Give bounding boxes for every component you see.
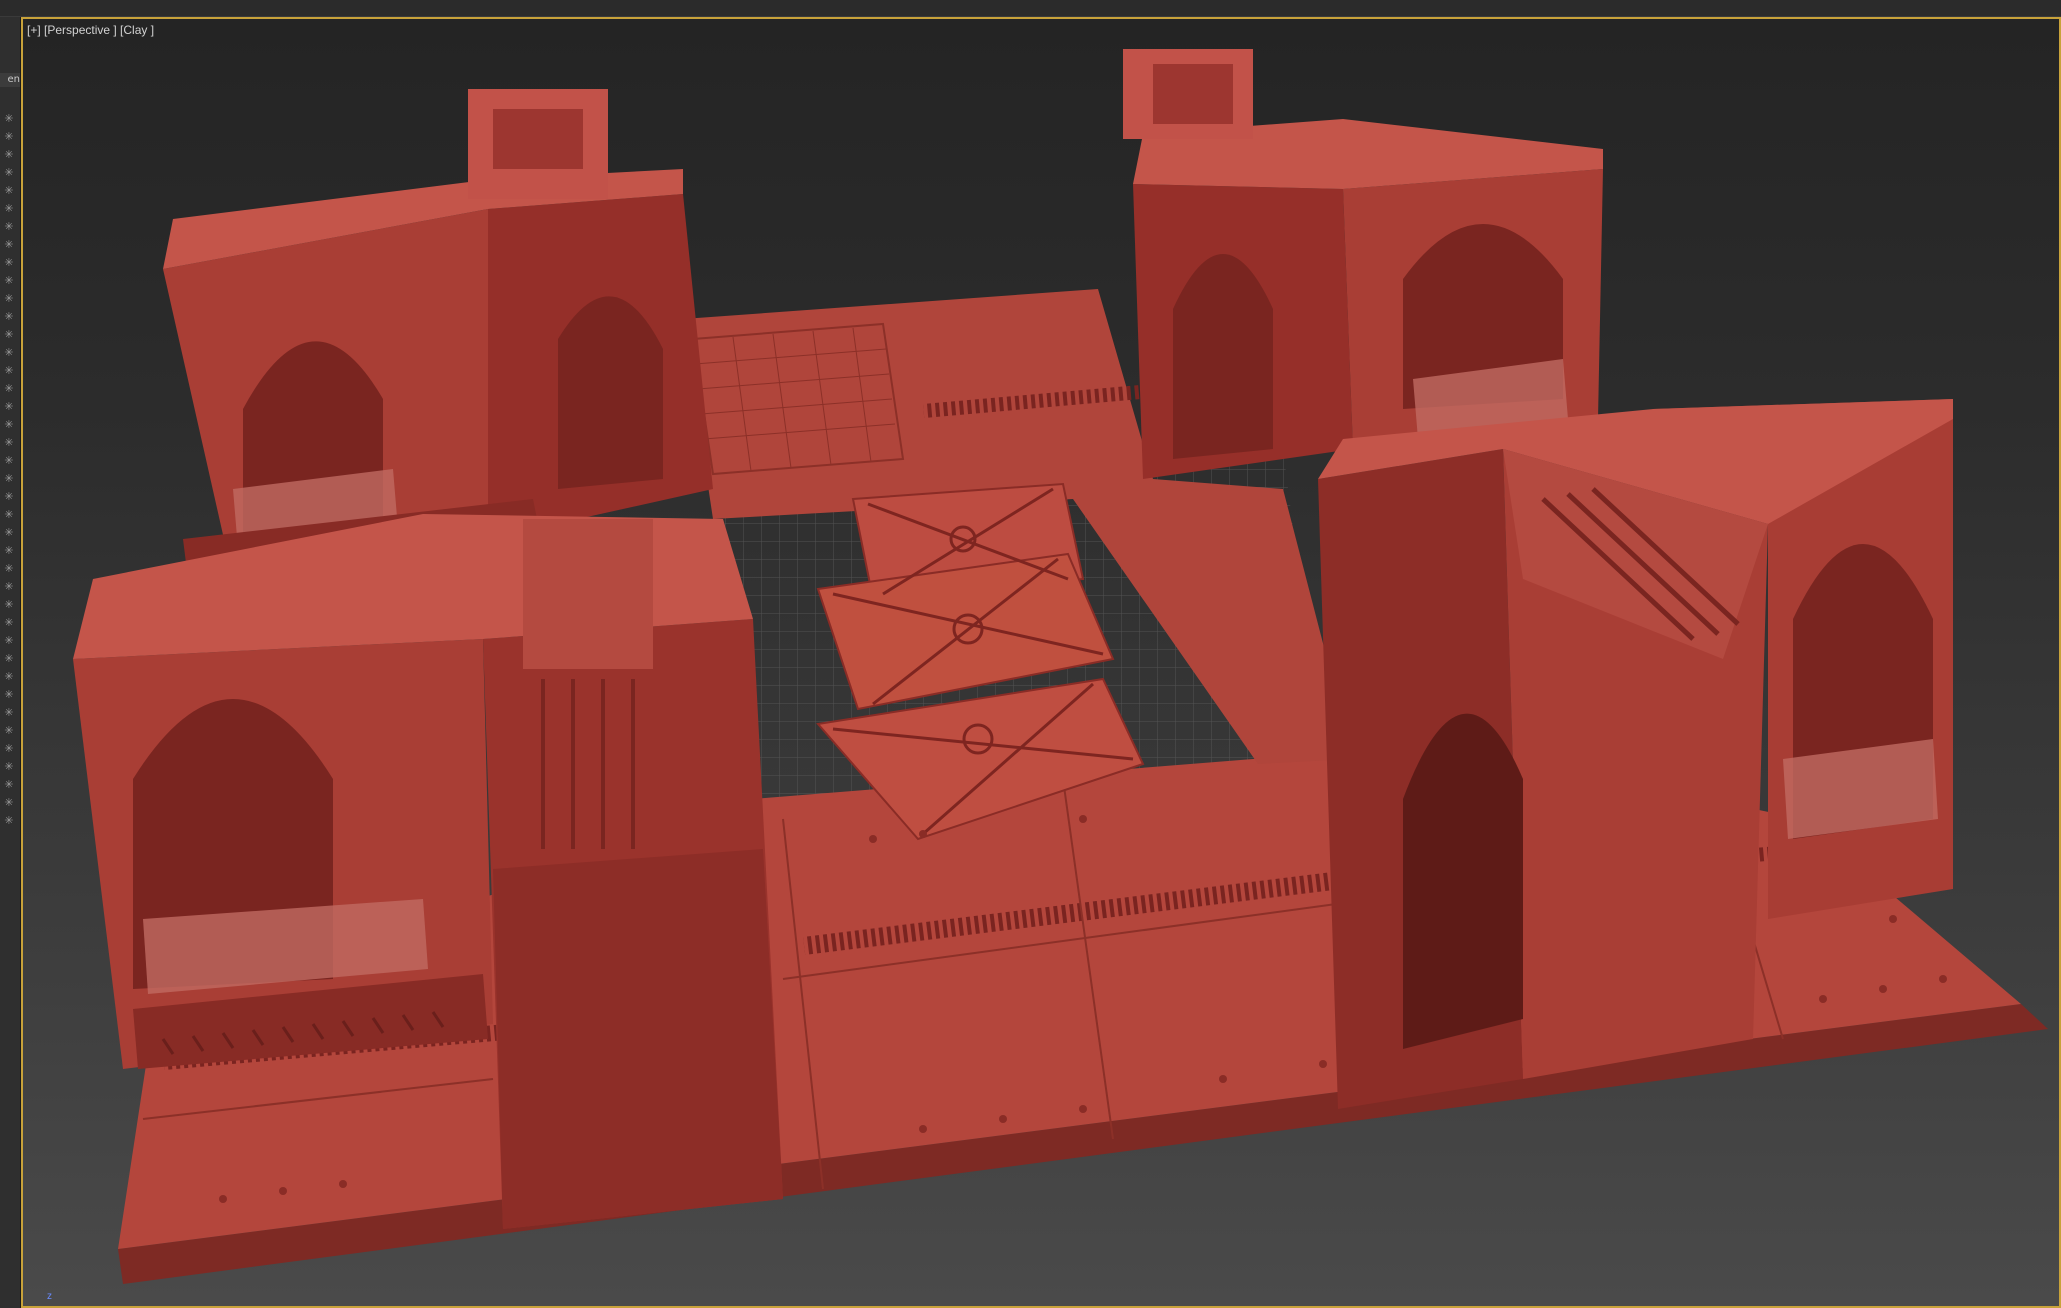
snowflake-freeze-icon[interactable]: ✳: [3, 419, 15, 431]
snowflake-freeze-icon[interactable]: ✳: [3, 671, 15, 683]
snowflake-freeze-icon[interactable]: ✳: [3, 383, 15, 395]
axis-gizmo-label: z: [47, 1291, 52, 1302]
snowflake-freeze-icon[interactable]: ✳: [3, 779, 15, 791]
snowflake-freeze-icon[interactable]: ✳: [3, 275, 15, 287]
snowflake-freeze-icon[interactable]: ✳: [3, 743, 15, 755]
snowflake-freeze-icon[interactable]: ✳: [3, 131, 15, 143]
snowflake-freeze-icon[interactable]: ✳: [3, 563, 15, 575]
snowflake-freeze-icon[interactable]: ✳: [3, 761, 15, 773]
snowflake-freeze-icon[interactable]: ✳: [3, 401, 15, 413]
snowflake-freeze-icon[interactable]: ✳: [3, 527, 15, 539]
snowflake-freeze-icon[interactable]: ✳: [3, 329, 15, 341]
perspective-viewport[interactable]: [+] [Perspective ] [Clay ] z: [21, 17, 2061, 1308]
snowflake-freeze-icon[interactable]: ✳: [3, 797, 15, 809]
snowflake-freeze-icon[interactable]: ✳: [3, 473, 15, 485]
snowflake-freeze-icon[interactable]: ✳: [3, 311, 15, 323]
snowflake-freeze-icon[interactable]: ✳: [3, 167, 15, 179]
snowflake-freeze-icon[interactable]: ✳: [3, 203, 15, 215]
snowflake-freeze-icon[interactable]: ✳: [3, 437, 15, 449]
snowflake-freeze-icon[interactable]: ✳: [3, 491, 15, 503]
snowflake-freeze-icon[interactable]: ✳: [3, 599, 15, 611]
snowflake-freeze-icon[interactable]: ✳: [3, 185, 15, 197]
tower-back-right: [1123, 49, 1603, 479]
snowflake-freeze-icon[interactable]: ✳: [3, 293, 15, 305]
clay-model-scene: [73, 49, 2048, 1284]
viewport-label[interactable]: [+] [Perspective ] [Clay ]: [27, 23, 154, 37]
snowflake-freeze-icon[interactable]: ✳: [3, 545, 15, 557]
tower-back-left: [163, 89, 713, 579]
panel-tab-label[interactable]: en: [0, 73, 20, 87]
snowflake-freeze-icon[interactable]: ✳: [3, 113, 15, 125]
snowflake-freeze-icon[interactable]: ✳: [3, 707, 15, 719]
snowflake-freeze-icon[interactable]: ✳: [3, 239, 15, 251]
left-command-panel: en ✳ ✳ ✳ ✳ ✳ ✳ ✳ ✳ ✳ ✳ ✳ ✳ ✳ ✳ ✳ ✳ ✳ ✳ ✳ ✳ ✳ ✳ ✳ ✳ ✳ ✳ ✳ ✳ ✳ ✳ ✳ ✳ ✳ ✳ ✳ ✳ ✳…: [0, 17, 21, 1308]
snowflake-freeze-icon[interactable]: ✳: [3, 221, 15, 233]
top-menu-strip: [0, 0, 2061, 17]
snowflake-freeze-icon[interactable]: ✳: [3, 347, 15, 359]
snowflake-freeze-icon[interactable]: ✳: [3, 149, 15, 161]
snowflake-freeze-icon[interactable]: ✳: [3, 509, 15, 521]
snowflake-freeze-icon[interactable]: ✳: [3, 257, 15, 269]
snowflake-freeze-icon[interactable]: ✳: [3, 815, 15, 827]
snowflake-freeze-icon[interactable]: ✳: [3, 689, 15, 701]
snowflake-freeze-icon[interactable]: ✳: [3, 581, 15, 593]
snowflake-freeze-icon[interactable]: ✳: [3, 635, 15, 647]
snowflake-freeze-icon[interactable]: ✳: [3, 455, 15, 467]
snowflake-freeze-icon[interactable]: ✳: [3, 653, 15, 665]
snowflake-freeze-icon[interactable]: ✳: [3, 365, 15, 377]
snowflake-freeze-icon[interactable]: ✳: [3, 725, 15, 737]
snowflake-freeze-icon[interactable]: ✳: [3, 617, 15, 629]
